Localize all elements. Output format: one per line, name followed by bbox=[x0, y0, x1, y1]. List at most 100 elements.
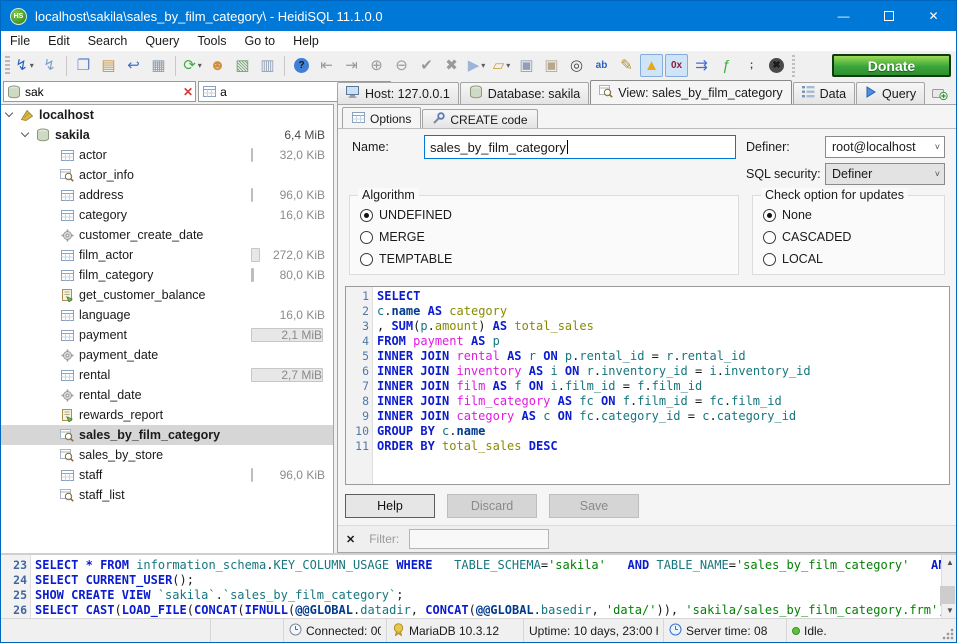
tree-item-sales_by_film_category[interactable]: sales_by_film_category bbox=[1, 425, 333, 445]
editor-code[interactable]: SELECTc.name AS category, SUM(p.amount) … bbox=[373, 287, 949, 484]
tree-item-localhost[interactable]: localhost bbox=[1, 105, 333, 125]
tree-item-rewards_report[interactable]: rewards_report bbox=[1, 405, 333, 425]
disconnect-icon[interactable]: ↯ bbox=[38, 54, 61, 77]
tree-item-payment_date[interactable]: payment_date bbox=[1, 345, 333, 365]
blob-warning-icon[interactable]: ▲ bbox=[640, 54, 663, 77]
tab-host-127-0-0-1[interactable]: Host: 127.0.0.1 bbox=[337, 82, 459, 104]
menu-item-file[interactable]: File bbox=[1, 31, 39, 51]
query-parameters-icon[interactable]: ƒ bbox=[715, 54, 738, 77]
tree-item-category[interactable]: category16,0 KiB bbox=[1, 205, 333, 225]
maximize-button[interactable] bbox=[866, 1, 911, 31]
dropdown-caret-icon[interactable]: ▾ bbox=[198, 61, 202, 70]
scroll-up-icon[interactable]: ▲ bbox=[942, 555, 957, 570]
menu-item-edit[interactable]: Edit bbox=[39, 31, 79, 51]
algorithm-radio-temptable[interactable]: TEMPTABLE bbox=[360, 248, 728, 270]
definer-select[interactable]: root@localhost˅ bbox=[825, 136, 945, 158]
dropdown-caret-icon[interactable]: ▾ bbox=[481, 61, 485, 70]
reformat-sql-icon[interactable]: ✎ bbox=[615, 54, 638, 77]
tree-item-payment[interactable]: payment2,1 MiB bbox=[1, 325, 333, 345]
delimiter-icon[interactable]: ; bbox=[740, 54, 763, 77]
find-text-icon[interactable]: ◎ bbox=[565, 54, 588, 77]
dropdown-caret-icon[interactable]: ▾ bbox=[30, 61, 34, 70]
post-changes-icon[interactable]: ✔ bbox=[415, 54, 438, 77]
menu-item-help[interactable]: Help bbox=[284, 31, 328, 51]
tree-item-staff[interactable]: staff96,0 KiB bbox=[1, 465, 333, 485]
minimize-button[interactable]: — bbox=[821, 1, 866, 31]
tree-item-rental_date[interactable]: rental_date bbox=[1, 385, 333, 405]
first-record-icon[interactable]: ⇤ bbox=[315, 54, 338, 77]
undo-icon[interactable]: ↩ bbox=[122, 54, 145, 77]
print-icon[interactable]: ▦ bbox=[147, 54, 170, 77]
tab-data[interactable]: Data bbox=[793, 82, 855, 104]
close-filter-icon[interactable]: ✕ bbox=[346, 533, 355, 546]
check-option-radio-local[interactable]: LOCAL bbox=[763, 248, 934, 270]
donate-button[interactable]: Donate bbox=[832, 54, 951, 77]
tree-item-rental[interactable]: rental2,7 MiB bbox=[1, 365, 333, 385]
save-sql-as-icon[interactable]: ▣ bbox=[540, 54, 563, 77]
tab-view-sales-by-film-category[interactable]: View: sales_by_film_category bbox=[590, 80, 791, 104]
copy-table-icon[interactable]: ▥ bbox=[256, 54, 279, 77]
tree-item-customer_create_date[interactable]: customer_create_date bbox=[1, 225, 333, 245]
menu-item-query[interactable]: Query bbox=[136, 31, 188, 51]
close-button[interactable]: ✕ bbox=[911, 1, 956, 31]
subtab-create-code[interactable]: CREATE code bbox=[422, 109, 537, 129]
tab-database-sakila[interactable]: Database: sakila bbox=[460, 82, 589, 104]
paste-icon[interactable]: ▤ bbox=[97, 54, 120, 77]
algorithm-radio-merge[interactable]: MERGE bbox=[360, 226, 728, 248]
scrollbar-thumb[interactable] bbox=[940, 586, 955, 604]
menu-item-go-to[interactable]: Go to bbox=[236, 31, 285, 51]
tree-item-actor[interactable]: actor32,0 KiB bbox=[1, 145, 333, 165]
database-filter-input[interactable] bbox=[25, 85, 180, 99]
tree-item-sakila[interactable]: sakila6,4 MiB bbox=[1, 125, 333, 145]
user-manager-icon[interactable]: ☻ bbox=[206, 54, 229, 77]
next-result-icon[interactable]: ⇉ bbox=[690, 54, 713, 77]
help-button[interactable]: Help bbox=[345, 494, 435, 518]
help-icon[interactable]: ? bbox=[290, 54, 313, 77]
session-manager-icon[interactable]: ↯▾ bbox=[13, 54, 36, 77]
toolbar-grip[interactable] bbox=[5, 56, 10, 76]
save-button[interactable]: Save bbox=[549, 494, 639, 518]
algorithm-radio-undefined[interactable]: UNDEFINED bbox=[360, 204, 728, 226]
dropdown-caret-icon[interactable]: ▾ bbox=[506, 61, 510, 70]
new-query-tab-button[interactable] bbox=[926, 82, 954, 104]
tree-item-sales_by_store[interactable]: sales_by_store bbox=[1, 445, 333, 465]
expand-caret-icon[interactable] bbox=[21, 130, 29, 138]
filter-input[interactable] bbox=[409, 529, 549, 549]
tree-item-actor_info[interactable]: actor_info bbox=[1, 165, 333, 185]
refresh-icon[interactable]: ⟳▾ bbox=[181, 54, 204, 77]
clear-database-filter-icon[interactable]: ✕ bbox=[183, 85, 193, 99]
view-name-input[interactable]: sales_by_film_category bbox=[424, 135, 736, 159]
menu-item-tools[interactable]: Tools bbox=[188, 31, 235, 51]
tab-query[interactable]: Query bbox=[856, 82, 925, 104]
load-sql-file-icon[interactable]: ▱▾ bbox=[490, 54, 513, 77]
tree-item-get_customer_balance[interactable]: get_customer_balance bbox=[1, 285, 333, 305]
scroll-down-icon[interactable]: ▼ bbox=[942, 603, 957, 618]
last-record-icon[interactable]: ⇥ bbox=[340, 54, 363, 77]
insert-record-icon[interactable]: ⊕ bbox=[365, 54, 388, 77]
expand-caret-icon[interactable] bbox=[5, 110, 13, 118]
sql-security-select[interactable]: Definer˅ bbox=[825, 163, 945, 185]
log-code[interactable]: SELECT * FROM information_schema.KEY_COL… bbox=[31, 555, 941, 618]
hex-view-icon[interactable]: 0x bbox=[665, 54, 688, 77]
sql-source-editor[interactable]: 1234567891011 SELECTc.name AS category, … bbox=[345, 286, 950, 485]
copy-icon[interactable]: ❐ bbox=[72, 54, 95, 77]
check-option-radio-none[interactable]: None bbox=[763, 204, 934, 226]
tree-item-language[interactable]: language16,0 KiB bbox=[1, 305, 333, 325]
database-filter[interactable]: ✕ bbox=[3, 81, 196, 102]
delete-record-icon[interactable]: ⊖ bbox=[390, 54, 413, 77]
replace-text-icon[interactable]: ab bbox=[590, 54, 613, 77]
check-option-radio-cascaded[interactable]: CASCADED bbox=[763, 226, 934, 248]
revert-changes-icon[interactable]: ✖ bbox=[440, 54, 463, 77]
tree-item-film_category[interactable]: film_category80,0 KiB bbox=[1, 265, 333, 285]
tree-item-address[interactable]: address96,0 KiB bbox=[1, 185, 333, 205]
resize-grip[interactable] bbox=[942, 628, 954, 640]
run-query-icon[interactable]: ▶▾ bbox=[465, 54, 488, 77]
save-sql-icon[interactable]: ▣ bbox=[515, 54, 538, 77]
menu-item-search[interactable]: Search bbox=[79, 31, 137, 51]
tree-item-film_actor[interactable]: film_actor272,0 KiB bbox=[1, 245, 333, 265]
stop-icon[interactable]: ✖ bbox=[765, 54, 788, 77]
tree-item-staff_list[interactable]: staff_list bbox=[1, 485, 333, 505]
subtab-options[interactable]: Options bbox=[342, 107, 421, 129]
export-database-icon[interactable]: ▧ bbox=[231, 54, 254, 77]
discard-button[interactable]: Discard bbox=[447, 494, 537, 518]
